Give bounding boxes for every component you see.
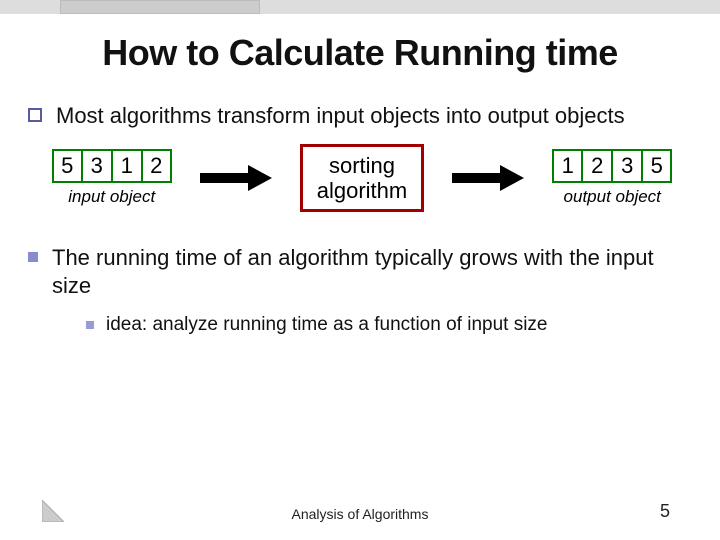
input-label: input object [68,187,155,207]
bullet-primary-2: The running time of an algorithm typical… [28,244,696,299]
output-cell: 5 [642,149,672,183]
decorative-top-bar [0,0,720,14]
slide-title: How to Calculate Running time [40,32,680,74]
transform-diagram: 5 3 1 2 input object sorting algorithm 1… [28,144,696,213]
square-bullet-icon [86,321,94,329]
square-bullet-icon [28,252,38,262]
output-object: 1 2 3 5 output object [552,149,672,207]
input-cell: 5 [52,149,82,183]
bullet-text: Most algorithms transform input objects … [56,102,625,130]
arrow-icon [200,165,272,191]
algorithm-line2: algorithm [317,178,407,203]
corner-fold-icon [42,500,64,522]
input-cell: 1 [112,149,142,183]
output-label: output object [564,187,661,207]
slide-footer: Analysis of Algorithms 5 [0,500,720,522]
footer-title: Analysis of Algorithms [292,506,429,522]
arrow-icon [452,165,524,191]
input-cell: 2 [142,149,172,183]
output-cells: 1 2 3 5 [552,149,672,183]
bullet-text: The running time of an algorithm typical… [52,244,696,299]
bullet-sub-1: idea: analyze running time as a function… [86,313,696,338]
output-cell: 3 [612,149,642,183]
page-number: 5 [660,501,670,522]
algorithm-line1: sorting [317,153,407,178]
output-cell: 1 [552,149,582,183]
input-cell: 3 [82,149,112,183]
decorative-top-inset [60,0,260,14]
square-bullet-icon [28,108,42,122]
input-object: 5 3 1 2 input object [52,149,172,207]
bullet-text: idea: analyze running time as a function… [106,313,548,338]
input-cells: 5 3 1 2 [52,149,172,183]
output-cell: 2 [582,149,612,183]
algorithm-box: sorting algorithm [300,144,424,213]
bullet-primary-1: Most algorithms transform input objects … [28,102,696,130]
